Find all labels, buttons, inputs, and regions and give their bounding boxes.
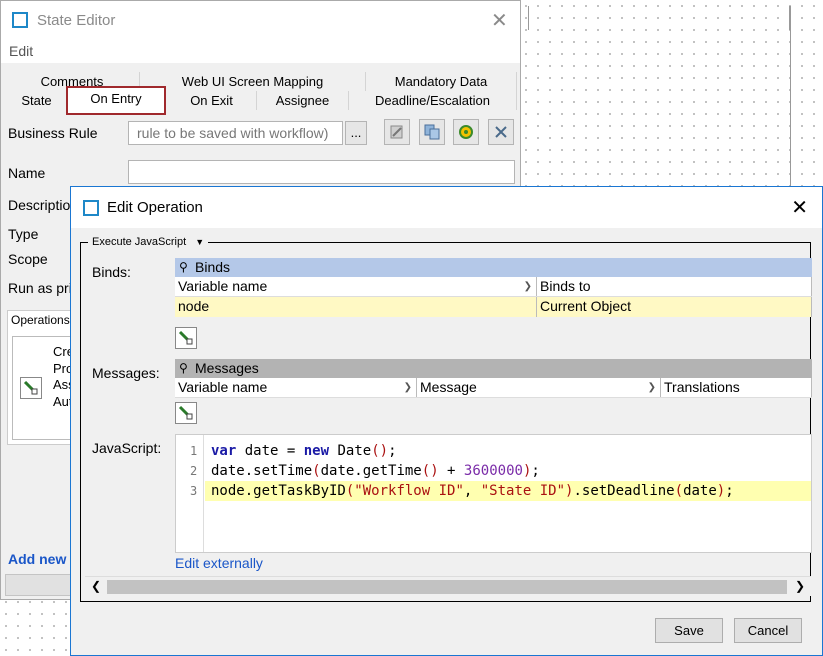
binds-column-binds-to[interactable]: Binds to — [537, 277, 812, 296]
bind-target-cell[interactable]: Current Object — [537, 297, 812, 317]
edit-icon — [390, 125, 403, 139]
canvas-divider — [790, 6, 791, 186]
binds-label: Binds: — [92, 264, 131, 280]
messages-column-message[interactable]: Message ❯ — [417, 378, 661, 397]
edit-operation-dialog: Edit Operation ✕ Execute JavaScript ▼ Bi… — [70, 186, 823, 656]
copy-rule-button[interactable] — [419, 119, 445, 145]
dropdown-caret-icon: ▼ — [195, 237, 205, 247]
business-rule-label: Business Rule — [8, 125, 98, 141]
line-number: 2 — [190, 464, 198, 478]
edit-rule-button[interactable] — [384, 119, 410, 145]
messages-column-variable-name[interactable]: Variable name ❯ — [175, 378, 417, 397]
tab-deadline-escalation[interactable]: Deadline/Escalation — [349, 91, 517, 110]
binds-title: Binds — [195, 259, 231, 275]
description-label: Description — [8, 197, 79, 213]
window-icon — [83, 199, 99, 216]
binds-table-header: Variable name ❯ Binds to — [175, 277, 812, 297]
messages-table-title: ⚲ Messages — [175, 359, 812, 378]
state-editor-title: State Editor — [37, 11, 116, 29]
add-row-icon — [178, 405, 193, 420]
menu-edit[interactable]: Edit — [9, 43, 33, 59]
code-line-1[interactable]: var date = new Date(); — [211, 441, 397, 461]
javascript-label: JavaScript: — [92, 440, 162, 456]
tab-mandatory-data[interactable]: Mandatory Data — [366, 72, 517, 91]
binds-table: ⚲ Binds Variable name ❯ Binds to node Cur… — [175, 258, 812, 317]
javascript-editor[interactable]: 1 2 3 var date = new Date(); date.setTim… — [175, 434, 812, 553]
workflow-canvas-left[interactable] — [0, 596, 72, 656]
scrollbar-thumb[interactable] — [107, 580, 787, 594]
operation-type-label: Execute JavaScript — [92, 236, 187, 248]
save-button[interactable]: Save — [655, 618, 723, 643]
operations-label: Operations — [11, 313, 70, 327]
pin-icon[interactable]: ⚲ — [179, 258, 189, 277]
code-line-2[interactable]: date.setTime(date.getTime() + 3600000); — [211, 461, 540, 481]
binds-table-title: ⚲ Binds — [175, 258, 812, 277]
copy-icon — [424, 124, 440, 140]
horizontal-scrollbar[interactable]: ❮ ❯ — [85, 576, 811, 596]
messages-table: ⚲ Messages Variable name ❯ Message ❯ Trans… — [175, 359, 812, 398]
bottom-button[interactable] — [5, 574, 75, 596]
add-row-icon — [178, 330, 193, 345]
type-label: Type — [8, 226, 39, 242]
edit-operation-title: Edit Operation — [107, 199, 203, 216]
pin-icon[interactable]: ⚲ — [179, 359, 189, 378]
line-number: 3 — [190, 484, 198, 498]
edit-operation-titlebar: Edit Operation — [71, 187, 822, 228]
binds-column-variable-name[interactable]: Variable name ❯ — [175, 277, 537, 296]
add-message-button[interactable] — [175, 402, 197, 424]
operation-edit-icon[interactable] — [20, 377, 42, 399]
tab-web-ui-screen-mapping[interactable]: Web UI Screen Mapping — [140, 72, 366, 91]
tab-state[interactable]: State — [5, 91, 69, 110]
bind-variable-cell[interactable]: node — [175, 297, 537, 317]
line-number: 1 — [190, 444, 198, 458]
add-new-link[interactable]: Add new — [8, 551, 66, 567]
code-line-3[interactable]: node.getTaskByID("Workflow ID", "State I… — [211, 481, 734, 501]
close-icon[interactable]: ✕ — [791, 197, 808, 217]
canvas-node-frame — [528, 6, 790, 30]
business-rule-field[interactable]: rule to be saved with workflow) — [128, 121, 343, 145]
rule-library-button[interactable] — [453, 119, 479, 145]
menu-bar: Edit — [1, 39, 520, 63]
messages-title: Messages — [195, 360, 259, 376]
gear-icon — [459, 125, 473, 139]
messages-column-translations[interactable]: Translations — [661, 378, 812, 397]
messages-label: Messages: — [92, 365, 160, 381]
run-as-label: Run as pri — [8, 280, 72, 296]
state-editor-titlebar: State Editor — [1, 1, 520, 39]
remove-icon — [495, 126, 507, 138]
scroll-left-icon[interactable]: ❮ — [91, 579, 101, 593]
remove-rule-button[interactable] — [488, 119, 514, 145]
tab-on-entry[interactable]: On Entry — [66, 86, 166, 115]
edit-externally-link[interactable]: Edit externally — [175, 555, 263, 571]
add-bind-button[interactable] — [175, 327, 197, 349]
tab-assignee[interactable]: Assignee — [257, 91, 349, 110]
operation-type-selector[interactable]: Execute JavaScript ▼ — [88, 235, 209, 249]
scope-label: Scope — [8, 251, 48, 267]
table-row[interactable]: node Current Object — [175, 297, 812, 317]
close-icon[interactable]: ✕ — [491, 10, 508, 30]
messages-table-header: Variable name ❯ Message ❯ Translations — [175, 378, 812, 398]
cancel-button[interactable]: Cancel — [734, 618, 802, 643]
name-label: Name — [8, 165, 46, 181]
browse-business-rule-button[interactable]: ... — [345, 121, 367, 145]
window-icon — [12, 12, 28, 28]
name-field[interactable] — [128, 160, 515, 184]
tab-on-exit[interactable]: On Exit — [167, 91, 257, 110]
scroll-right-icon[interactable]: ❯ — [795, 579, 805, 593]
